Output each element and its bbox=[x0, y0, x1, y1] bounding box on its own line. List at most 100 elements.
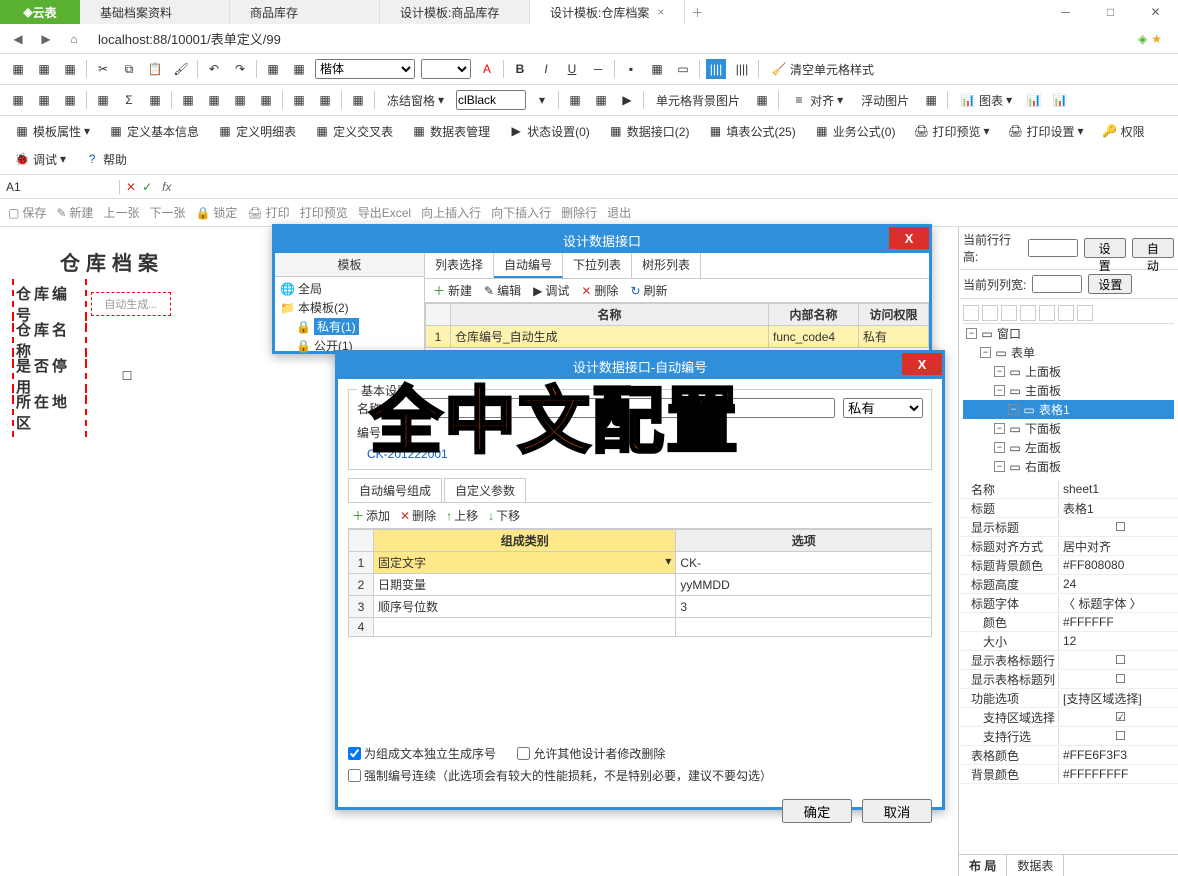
cell-reference[interactable]: A1 bbox=[0, 180, 120, 194]
tool-icon[interactable]: ▦ bbox=[230, 90, 250, 110]
copy-icon[interactable]: ⧉ bbox=[119, 59, 139, 79]
align-button[interactable]: ≡对齐 ▾ bbox=[785, 89, 849, 111]
perm-button[interactable]: 🔑权限 bbox=[1096, 120, 1151, 142]
color-drop-icon[interactable]: ▾ bbox=[532, 90, 552, 110]
export-button[interactable]: 导出Excel bbox=[358, 204, 411, 221]
auto-button[interactable]: 自动 bbox=[1132, 238, 1174, 258]
undo-icon[interactable]: ↶ bbox=[204, 59, 224, 79]
row-height-set-button[interactable]: 设置 bbox=[1084, 238, 1126, 258]
new-tab-button[interactable]: ＋ bbox=[685, 0, 709, 24]
tree-item[interactable]: −▭表单 bbox=[963, 343, 1174, 362]
toolbar-button[interactable]: ✎ 编辑 bbox=[484, 282, 521, 299]
sum-icon[interactable]: Σ bbox=[119, 90, 139, 110]
check-allow-edit[interactable]: 允许其他设计者修改删除 bbox=[517, 745, 665, 762]
print-preview-button[interactable]: 🖨打印预览 ▾ bbox=[907, 120, 995, 142]
dialog-close-button[interactable]: X bbox=[902, 353, 942, 375]
tool-icon[interactable]: ▦ bbox=[565, 90, 585, 110]
tool-icon[interactable]: ▦ bbox=[752, 90, 772, 110]
data-table-button[interactable]: ▦数据表管理 bbox=[405, 120, 496, 142]
dlg-tab[interactable]: 自动编号 bbox=[494, 253, 563, 278]
toolbar-button[interactable]: ↑ 上移 bbox=[446, 507, 478, 524]
prev-button[interactable]: 上一张 bbox=[103, 204, 139, 221]
table-row[interactable]: 1 仓库编号_自动生成 func_code4 私有 bbox=[426, 326, 929, 348]
cancel-fx-icon[interactable]: ✕ bbox=[126, 180, 136, 194]
prop-row[interactable]: 功能选项[支持区域选择] bbox=[959, 689, 1178, 708]
data-api-button[interactable]: ▦数据接口(2) bbox=[602, 120, 696, 142]
template-tree-item[interactable]: 🔒私有(1) bbox=[277, 317, 422, 336]
inner-tab-1[interactable]: 自定义参数 bbox=[444, 478, 526, 502]
status-button[interactable]: ▶状态设置(0) bbox=[502, 120, 596, 142]
tool-icon[interactable]: ▦ bbox=[591, 90, 611, 110]
tool-icon[interactable]: ▦ bbox=[8, 90, 28, 110]
tree-item[interactable]: −▭表格1 bbox=[963, 400, 1174, 419]
forward-button[interactable]: ▶ bbox=[36, 29, 56, 49]
inner-tab-0[interactable]: 自动编号组成 bbox=[348, 478, 442, 502]
tool-icon[interactable]: ▦ bbox=[8, 59, 28, 79]
prop-row[interactable]: 显示表格标题列☐ bbox=[959, 670, 1178, 689]
chart-icon[interactable]: 📊 bbox=[1024, 90, 1044, 110]
tool-icon[interactable]: ▦ bbox=[921, 90, 941, 110]
barcode-icon[interactable]: |||| bbox=[732, 59, 752, 79]
tool-icon[interactable]: ▦ bbox=[289, 90, 309, 110]
tool-icon[interactable]: ▦ bbox=[145, 90, 165, 110]
strike-icon[interactable]: ─ bbox=[588, 59, 608, 79]
toolbar-button[interactable]: ▶ 调试 bbox=[533, 282, 569, 299]
font-combo[interactable]: 楷体 bbox=[315, 59, 415, 79]
tool-icon[interactable]: ▦ bbox=[34, 90, 54, 110]
tool-icon[interactable]: ▦ bbox=[178, 90, 198, 110]
chart-button[interactable]: 📊图表 ▾ bbox=[954, 89, 1018, 111]
tree-tool-icon[interactable] bbox=[1077, 305, 1093, 321]
save-button[interactable]: ▢ 保存 bbox=[8, 204, 46, 221]
toolbar-button[interactable]: ↓ 下移 bbox=[488, 507, 520, 524]
fill-formula-button[interactable]: ▦填表公式(25) bbox=[701, 120, 801, 142]
prop-row[interactable]: 背景颜色#FFFFFFFF bbox=[959, 765, 1178, 784]
new-button[interactable]: ✎ 新建 bbox=[56, 204, 93, 221]
tree-item[interactable]: −▭下面板 bbox=[963, 419, 1174, 438]
tree-tool-icon[interactable] bbox=[963, 305, 979, 321]
bgimg-button[interactable]: 单元格背景图片 bbox=[650, 89, 746, 111]
toolbar-button[interactable]: ＋ 新建 bbox=[433, 282, 472, 299]
size-combo[interactable] bbox=[421, 59, 471, 79]
tool-icon[interactable]: ▦ bbox=[93, 90, 113, 110]
tab-2[interactable]: 设计模板:商品库存 bbox=[380, 0, 530, 24]
ok-button[interactable]: 确定 bbox=[782, 799, 852, 823]
dlg-tab[interactable]: 下拉列表 bbox=[563, 253, 632, 278]
barcode-icon[interactable]: |||| bbox=[706, 59, 726, 79]
toolbar-button[interactable]: ✕ 删除 bbox=[581, 282, 618, 299]
paste-icon[interactable]: 📋 bbox=[145, 59, 165, 79]
font-color-icon[interactable]: A bbox=[477, 59, 497, 79]
flag-icon[interactable]: ▶ bbox=[617, 90, 637, 110]
help-button[interactable]: ?帮助 bbox=[78, 148, 133, 170]
tool-icon[interactable]: ▦ bbox=[60, 59, 80, 79]
italic-icon[interactable]: I bbox=[536, 59, 556, 79]
footer-tab-layout[interactable]: 布 局 bbox=[959, 855, 1007, 876]
tree-tool-icon[interactable] bbox=[1058, 305, 1074, 321]
col-width-set-button[interactable]: 设置 bbox=[1088, 274, 1132, 294]
tree-item[interactable]: −▭窗口 bbox=[963, 324, 1174, 343]
color-input[interactable] bbox=[456, 90, 526, 110]
perm-select[interactable]: 私有 bbox=[843, 398, 923, 418]
floatimg-button[interactable]: 浮动图片 bbox=[855, 89, 915, 111]
star-icon[interactable]: ★ bbox=[1151, 32, 1162, 46]
prop-row[interactable]: 大小12 bbox=[959, 632, 1178, 651]
table-row[interactable]: 1固定文字▾CK- bbox=[349, 552, 932, 574]
biz-formula-button[interactable]: ▦业务公式(0) bbox=[808, 120, 902, 142]
template-tree-item[interactable]: 📁本模板(2) bbox=[277, 298, 422, 317]
def-cross-button[interactable]: ▦定义交叉表 bbox=[308, 120, 399, 142]
tree-tool-icon[interactable] bbox=[982, 305, 998, 321]
col-width-input[interactable] bbox=[1032, 275, 1082, 293]
maximize-button[interactable]: □ bbox=[1088, 0, 1133, 24]
toolbar-button[interactable]: ＋ 添加 bbox=[352, 507, 390, 524]
toolbar-button[interactable]: ✕ 删除 bbox=[400, 507, 436, 524]
dialog-close-button[interactable]: X bbox=[889, 227, 929, 249]
field-cell[interactable]: 自动生成... bbox=[91, 292, 171, 316]
name-input[interactable] bbox=[392, 398, 835, 418]
print-button[interactable]: 🖨 打印 bbox=[247, 204, 289, 221]
toolbar-button[interactable]: ↻ 刷新 bbox=[630, 282, 667, 299]
cancel-button[interactable]: 取消 bbox=[862, 799, 932, 823]
freeze-button[interactable]: 冻结窗格 ▾ bbox=[381, 89, 450, 111]
tree-item[interactable]: −▭左面板 bbox=[963, 438, 1174, 457]
diamond-icon[interactable]: ◈ bbox=[1138, 32, 1147, 46]
tab-3[interactable]: 设计模板:仓库档案× bbox=[530, 0, 685, 24]
merge-icon[interactable]: ▭ bbox=[673, 59, 693, 79]
